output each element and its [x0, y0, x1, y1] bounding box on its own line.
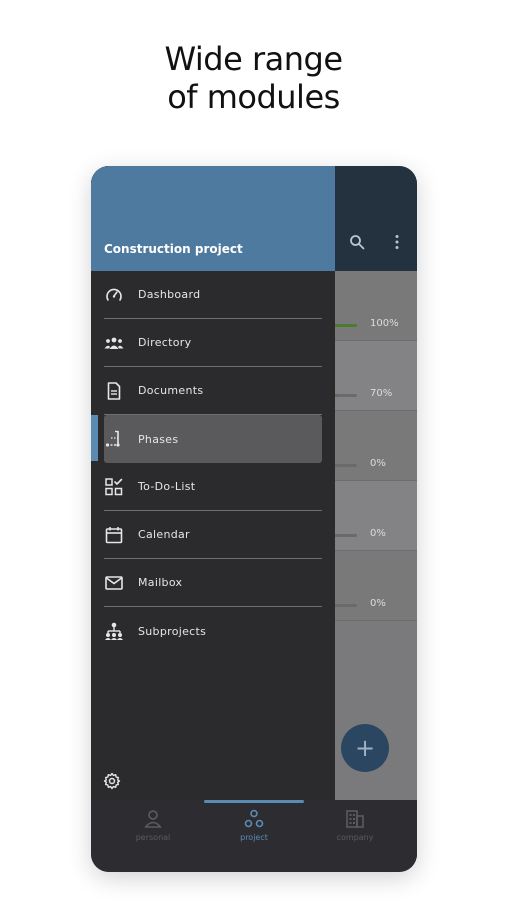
calendar-icon: [104, 525, 124, 545]
nav-label: project: [240, 833, 268, 842]
nav-tab-company[interactable]: company: [315, 808, 395, 842]
menu-label: Phases: [138, 432, 179, 446]
document-icon: [104, 381, 124, 401]
nav-label: company: [336, 833, 374, 842]
menu-item-mailbox[interactable]: Mailbox: [104, 559, 322, 607]
navigation-drawer: Construction project Dashboard Directory…: [91, 166, 335, 800]
gear-icon[interactable]: [103, 772, 121, 790]
phase-percent: 100%: [370, 318, 399, 329]
more-vert-icon[interactable]: [387, 232, 407, 252]
phase-percent: 0%: [370, 458, 386, 469]
phases-steps-icon: [104, 429, 124, 449]
phone-frame: 100% 70% 0% 0% 0% + Construction project…: [91, 166, 417, 872]
menu-item-dashboard[interactable]: Dashboard: [104, 271, 322, 319]
search-icon[interactable]: [347, 232, 367, 252]
add-fab-button[interactable]: +: [341, 724, 389, 772]
menu-item-phases[interactable]: Phases: [91, 415, 322, 463]
project-nodes-icon: [243, 808, 265, 830]
phase-percent: 0%: [370, 598, 386, 609]
headline-line-2: of modules: [167, 78, 340, 116]
menu-label: Mailbox: [138, 576, 183, 589]
headline: Wide range of modules: [0, 40, 507, 116]
menu-item-documents[interactable]: Documents: [104, 367, 322, 415]
dashboard-gauge-icon: [104, 285, 124, 305]
drawer-menu: Dashboard Directory Documents Phases To-…: [91, 271, 335, 655]
menu-item-to-do-list[interactable]: To-Do-List: [104, 463, 322, 511]
menu-label: Directory: [138, 336, 192, 349]
nav-tab-project[interactable]: project: [214, 808, 294, 842]
nav-tab-personal[interactable]: personal: [113, 808, 193, 842]
menu-label: Documents: [138, 384, 204, 397]
building-icon: [344, 808, 366, 830]
phase-percent: 0%: [370, 528, 386, 539]
mail-icon: [104, 573, 124, 593]
drawer-header: Construction project: [91, 166, 335, 271]
headline-line-1: Wide range: [164, 40, 343, 78]
todo-grid-check-icon: [104, 477, 124, 497]
menu-label: Calendar: [138, 528, 190, 541]
active-indicator: [91, 415, 98, 461]
menu-item-subprojects[interactable]: Subprojects: [104, 607, 322, 655]
menu-item-directory[interactable]: Directory: [104, 319, 322, 367]
subprojects-hierarchy-icon: [104, 621, 124, 641]
phase-percent: 70%: [370, 388, 393, 399]
menu-label: To-Do-List: [138, 480, 196, 493]
person-icon: [142, 808, 164, 830]
project-title: Construction project: [104, 242, 243, 256]
menu-item-calendar[interactable]: Calendar: [104, 511, 322, 559]
bottom-navigation: personal project company: [91, 800, 417, 872]
menu-label: Subprojects: [138, 624, 207, 638]
people-group-icon: [104, 333, 124, 353]
nav-active-indicator: [204, 800, 304, 803]
nav-label: personal: [135, 833, 171, 842]
menu-label: Dashboard: [138, 288, 201, 301]
